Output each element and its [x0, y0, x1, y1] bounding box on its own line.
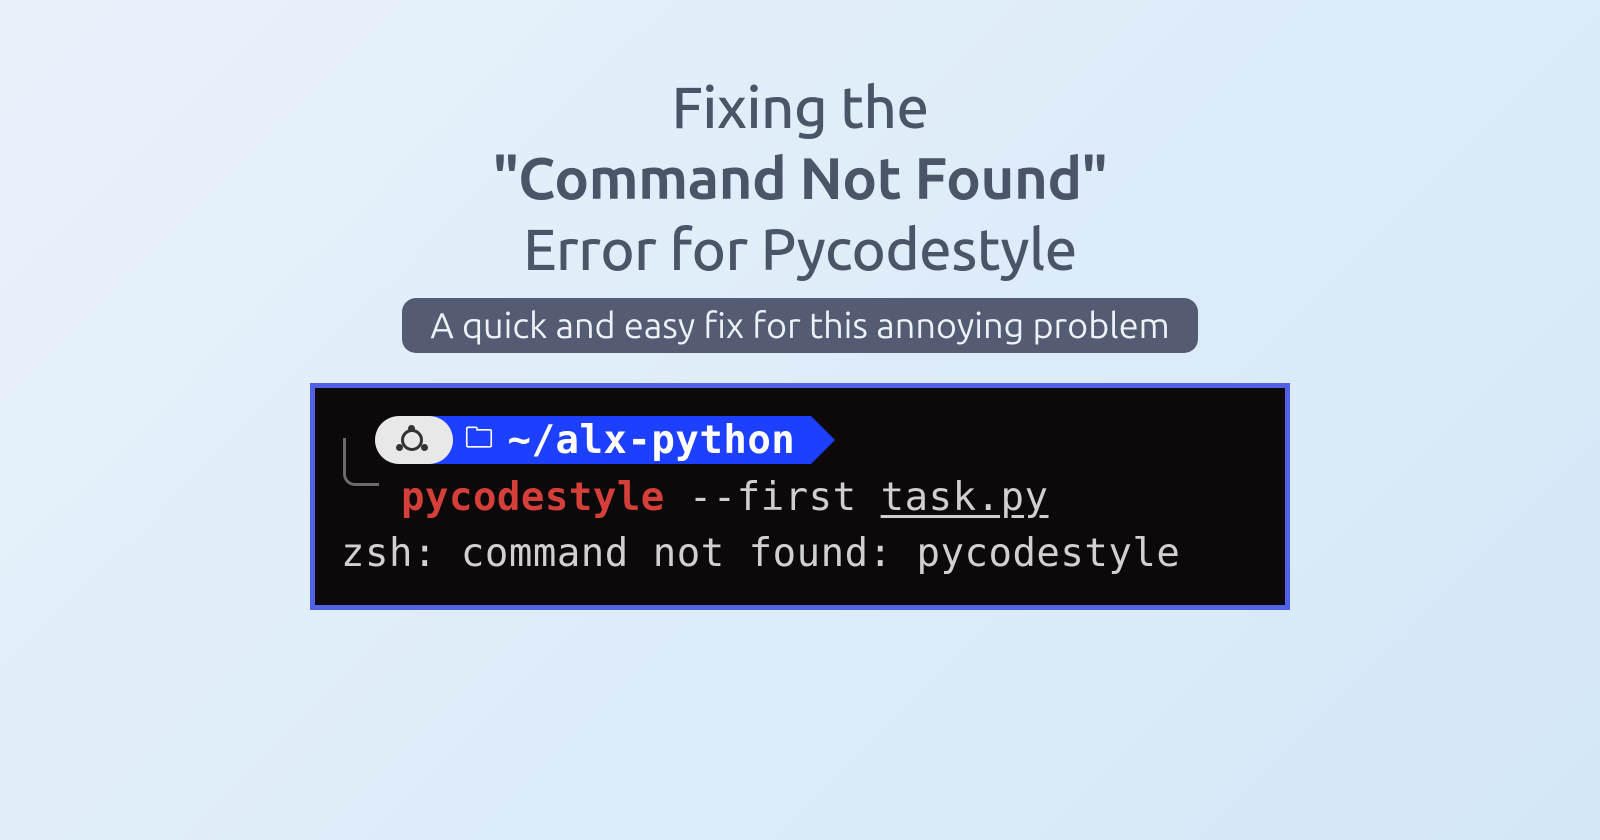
terminal-screenshot: 🗀 ~/alx-python pycodestyle --first task.… [310, 383, 1290, 610]
command-file: task.py [881, 475, 1049, 520]
command-name: pycodestyle [401, 475, 665, 520]
prompt-row: 🗀 ~/alx-python [337, 416, 1263, 464]
subtitle-pill: A quick and easy fix for this annoying p… [402, 298, 1197, 353]
title-line-3: Error for Pycodestyle [493, 214, 1107, 285]
os-pill [375, 416, 453, 464]
path-pill: 🗀 ~/alx-python [429, 416, 811, 464]
title-line-1: Fixing the [493, 72, 1107, 143]
folder-icon: 🗀 [465, 424, 494, 452]
command-row: pycodestyle --first task.py [337, 470, 1263, 525]
prompt-corner-decoration [343, 438, 379, 486]
article-title: Fixing the "Command Not Found" Error for… [493, 72, 1107, 284]
error-output: zsh: command not found: pycodestyle [337, 526, 1263, 581]
cwd-path: ~/alx-python [508, 413, 796, 468]
ubuntu-icon [399, 427, 425, 453]
command-args: --first [689, 475, 857, 520]
title-line-2: "Command Not Found" [493, 143, 1107, 214]
